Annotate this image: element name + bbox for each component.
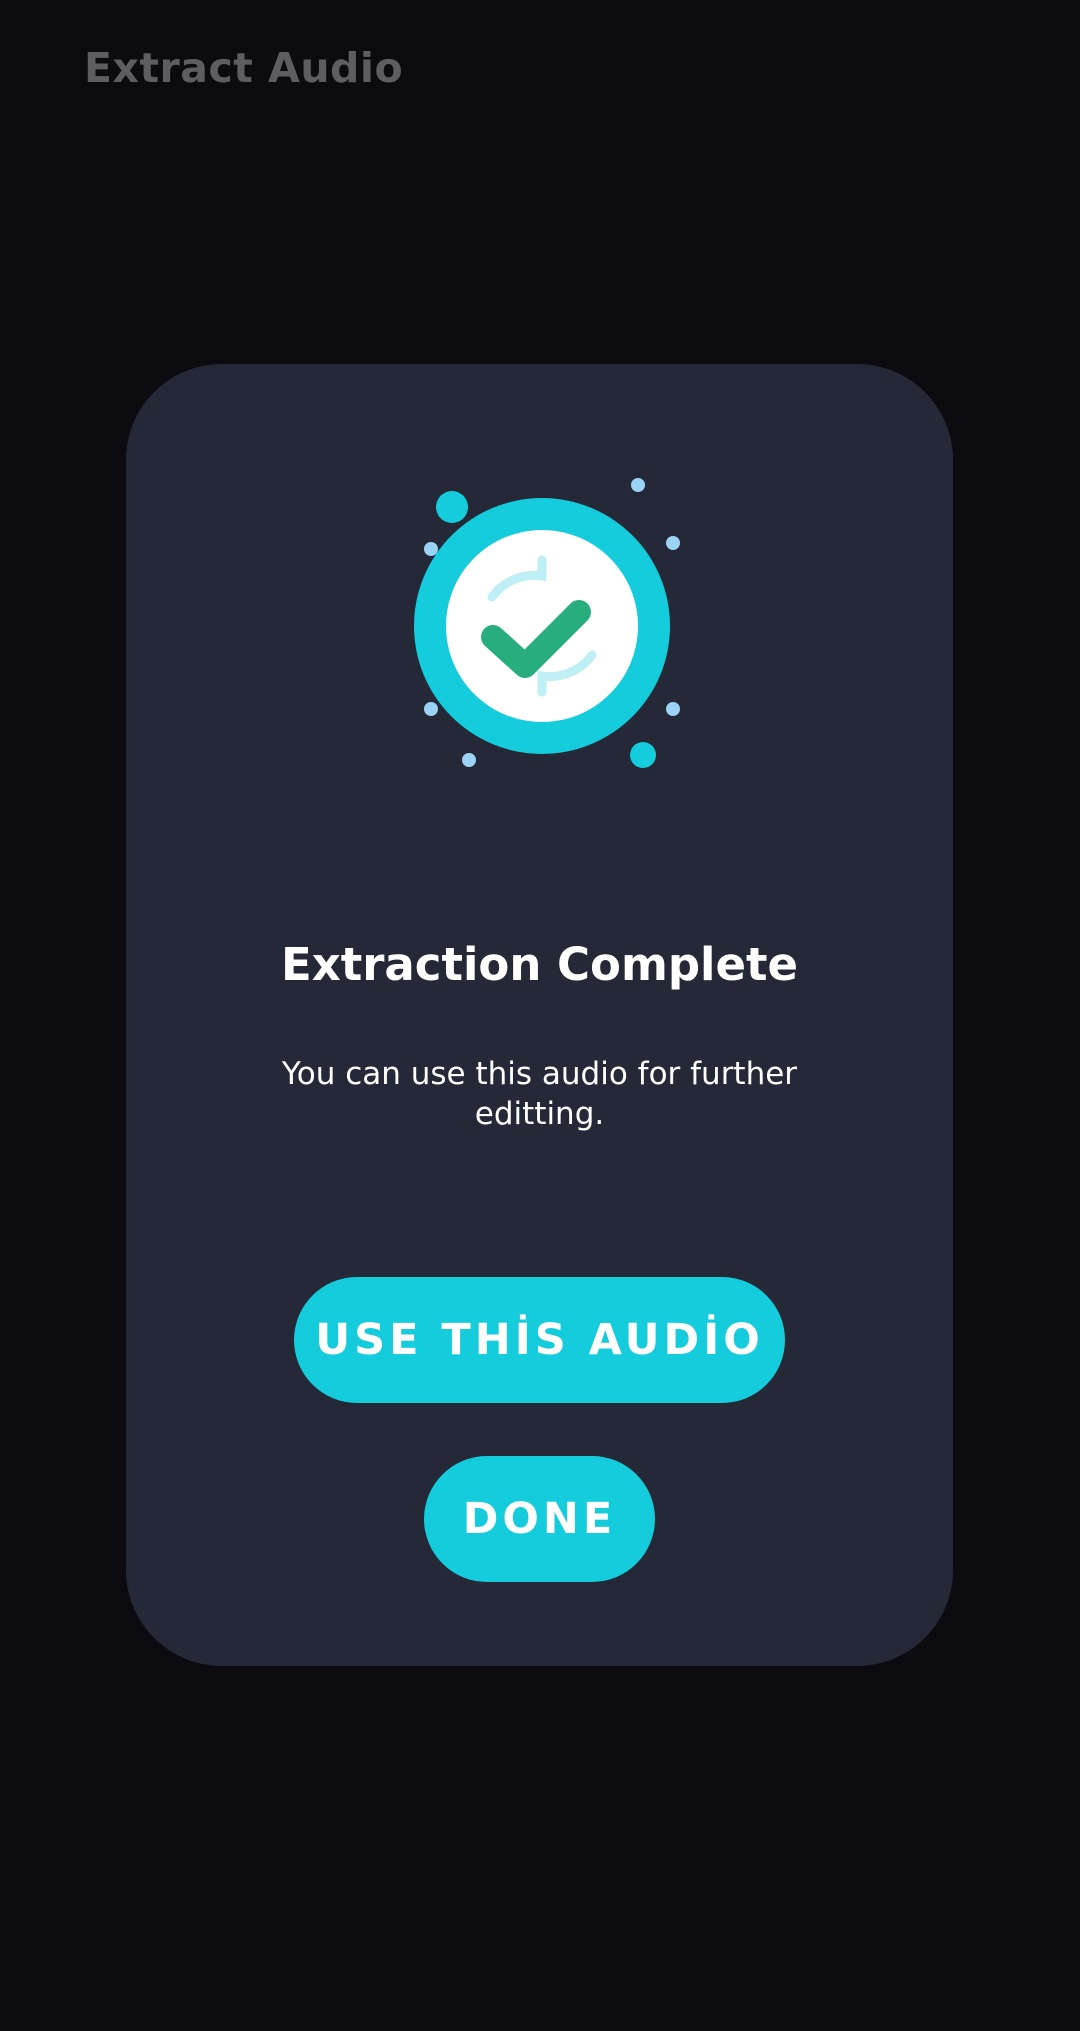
app-title: Extract Audio (84, 44, 404, 92)
screen: Extract Audio Extraction Complete You ca… (0, 0, 1080, 2031)
dialog-title: Extraction Complete (280, 938, 799, 991)
dialog-message: You can use this audio for further editt… (281, 1056, 798, 1132)
check-circle-icon (414, 478, 680, 768)
completion-dialog: Extraction Complete You can use this aud… (126, 364, 953, 1666)
use-this-audio-button[interactable]: USE THİS AUDİO (294, 1277, 785, 1403)
done-button[interactable]: DONE (424, 1456, 655, 1582)
